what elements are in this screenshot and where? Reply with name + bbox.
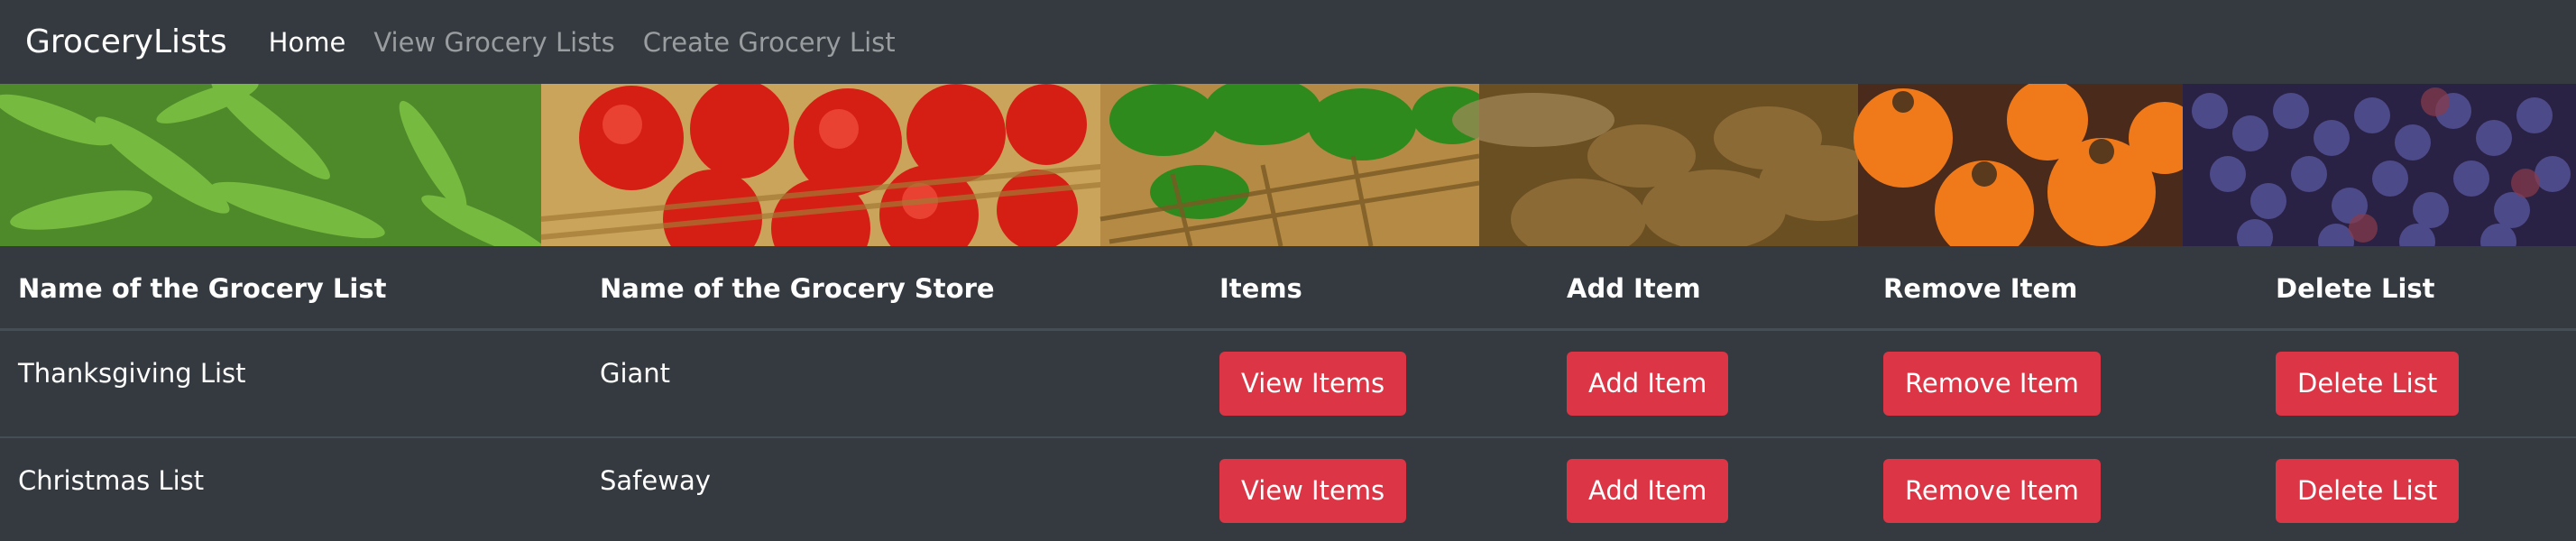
- table-row: Christmas List Safeway View Items Add It…: [0, 437, 2576, 541]
- cell-store-name: Giant: [582, 329, 1201, 438]
- grocery-lists-table: Name of the Grocery List Name of the Gro…: [0, 246, 2576, 541]
- nav-create-list-link[interactable]: Create Grocery List: [643, 27, 896, 58]
- header-store-name: Name of the Grocery Store: [582, 246, 1201, 331]
- header-remove-item: Remove Item: [1865, 246, 2258, 331]
- cell-list-name: Christmas List: [0, 437, 582, 541]
- header-list-name: Name of the Grocery List: [0, 246, 582, 331]
- nav-view-lists-link[interactable]: View Grocery Lists: [373, 27, 614, 58]
- remove-item-button[interactable]: Remove Item: [1883, 459, 2101, 523]
- nav-home-link[interactable]: Home: [269, 27, 346, 58]
- remove-item-button[interactable]: Remove Item: [1883, 351, 2101, 416]
- cell-list-name: Thanksgiving List: [0, 329, 582, 438]
- view-items-button[interactable]: View Items: [1219, 351, 1407, 416]
- add-item-button[interactable]: Add Item: [1567, 459, 1729, 523]
- table-row: Thanksgiving List Giant View Items Add I…: [0, 329, 2576, 438]
- table-header-row: Name of the Grocery List Name of the Gro…: [0, 246, 2576, 331]
- cell-store-name: Safeway: [582, 437, 1201, 541]
- produce-banner-image: [0, 84, 2576, 246]
- view-items-button[interactable]: View Items: [1219, 459, 1407, 523]
- add-item-button[interactable]: Add Item: [1567, 351, 1729, 416]
- top-navbar: GroceryLists Home View Grocery Lists Cre…: [0, 0, 2576, 84]
- header-add-item: Add Item: [1549, 246, 1865, 331]
- brand-link[interactable]: GroceryLists: [25, 23, 227, 60]
- delete-list-button[interactable]: Delete List: [2276, 351, 2460, 416]
- delete-list-button[interactable]: Delete List: [2276, 459, 2460, 523]
- header-delete-list: Delete List: [2258, 246, 2576, 331]
- header-items: Items: [1201, 246, 1549, 331]
